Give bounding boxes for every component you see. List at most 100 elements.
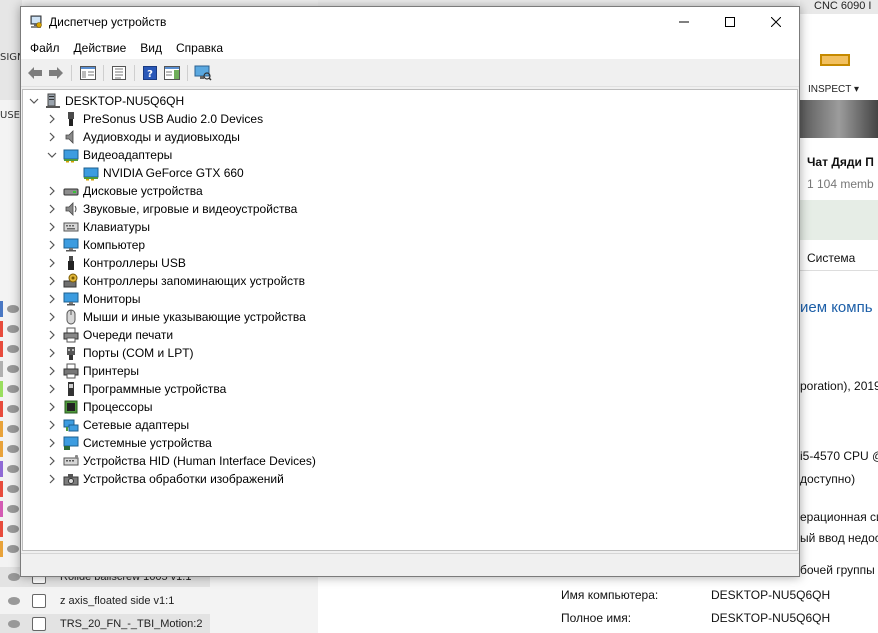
- tree-category[interactable]: Звуковые, игровые и видеоустройства: [47, 200, 297, 218]
- eye-icon[interactable]: [7, 365, 19, 373]
- expand-toggle[interactable]: [47, 236, 57, 254]
- tree-category[interactable]: Сетевые адаптеры: [47, 416, 189, 434]
- inspect-menu[interactable]: INSPECT ▾: [808, 84, 859, 95]
- minimize-button[interactable]: [661, 7, 707, 37]
- tree-category[interactable]: Системные устройства: [47, 434, 212, 452]
- ruler-icon[interactable]: [820, 54, 850, 66]
- expand-toggle[interactable]: [47, 398, 57, 416]
- layer-strip[interactable]: [0, 420, 20, 438]
- computer-root-icon: [45, 93, 61, 109]
- layer-strip[interactable]: [0, 540, 20, 558]
- expand-toggle[interactable]: [47, 452, 57, 470]
- layer-strip[interactable]: [0, 460, 20, 478]
- device-tree[interactable]: DESKTOP-NU5Q6QH PreSonus USB Audio 2.0 De…: [22, 89, 798, 551]
- info-line: ерационная си: [800, 510, 878, 524]
- close-button[interactable]: [753, 7, 799, 37]
- chat-title[interactable]: Чат Дяди П: [807, 155, 874, 169]
- tree-category[interactable]: Дисковые устройства: [47, 182, 203, 200]
- layer-strip[interactable]: [0, 340, 20, 358]
- menu-action[interactable]: Действие: [67, 41, 134, 55]
- info-link[interactable]: ием компь: [800, 299, 873, 316]
- layer-strip[interactable]: [0, 440, 20, 458]
- eye-icon[interactable]: [7, 505, 19, 513]
- menu-file[interactable]: Файл: [21, 41, 67, 55]
- tree-category[interactable]: PreSonus USB Audio 2.0 Devices: [47, 110, 263, 128]
- tree-category[interactable]: Клавиатуры: [47, 218, 150, 236]
- eye-icon[interactable]: [8, 620, 20, 628]
- eye-icon[interactable]: [7, 465, 19, 473]
- eye-icon[interactable]: [7, 345, 19, 353]
- layer-strip[interactable]: [0, 380, 20, 398]
- eye-icon[interactable]: [7, 485, 19, 493]
- expand-toggle[interactable]: [47, 470, 57, 488]
- tab-system[interactable]: Система: [807, 251, 855, 265]
- expand-toggle[interactable]: [47, 380, 57, 398]
- layer-strip[interactable]: [0, 500, 20, 518]
- expand-toggle[interactable]: [47, 416, 57, 434]
- eye-icon[interactable]: [8, 597, 20, 605]
- browser-item[interactable]: TRS_20_FN_-_TBI_Motion:2: [0, 614, 210, 633]
- device-list-button[interactable]: [109, 64, 129, 82]
- expand-toggle[interactable]: [47, 362, 57, 380]
- tree-category[interactable]: Видеоадаптеры: [47, 146, 172, 164]
- menu-view[interactable]: Вид: [133, 41, 169, 55]
- tree-category[interactable]: Программные устройства: [47, 380, 226, 398]
- expand-toggle[interactable]: [47, 308, 57, 326]
- expand-toggle[interactable]: [47, 218, 57, 236]
- tree-category[interactable]: Процессоры: [47, 398, 153, 416]
- layer-strip[interactable]: [0, 480, 20, 498]
- status-bar: [21, 553, 799, 576]
- expand-toggle[interactable]: [47, 290, 57, 308]
- expand-toggle[interactable]: [47, 200, 57, 218]
- menu-help[interactable]: Справка: [169, 41, 230, 55]
- expand-toggle[interactable]: [47, 182, 57, 200]
- collapse-toggle[interactable]: [29, 92, 39, 110]
- tree-category[interactable]: Порты (COM и LPT): [47, 344, 194, 362]
- layer-strip[interactable]: [0, 400, 20, 418]
- eye-icon[interactable]: [7, 325, 19, 333]
- scan-hardware-button[interactable]: [193, 64, 213, 82]
- expand-toggle[interactable]: [47, 344, 57, 362]
- expand-toggle[interactable]: [47, 434, 57, 452]
- layer-strip[interactable]: [0, 320, 20, 338]
- title-bar[interactable]: Диспетчер устройств: [21, 7, 799, 37]
- tree-category[interactable]: Устройства обработки изображений: [47, 470, 284, 488]
- layer-strip[interactable]: [0, 360, 20, 378]
- action-pane-button[interactable]: [162, 64, 182, 82]
- eye-icon[interactable]: [7, 305, 19, 313]
- eye-icon[interactable]: [7, 405, 19, 413]
- expand-toggle[interactable]: [47, 254, 57, 272]
- collapse-toggle[interactable]: [47, 146, 57, 164]
- browser-item[interactable]: z axis_floated side v1:1: [0, 591, 210, 611]
- tree-category[interactable]: Очереди печати: [47, 326, 173, 344]
- tree-root-computer[interactable]: DESKTOP-NU5Q6QH: [29, 92, 184, 110]
- maximize-button[interactable]: [707, 7, 753, 37]
- eye-icon[interactable]: [8, 573, 20, 581]
- chevron-right-icon: [49, 204, 55, 214]
- expand-toggle[interactable]: [47, 272, 57, 290]
- expand-toggle[interactable]: [47, 110, 57, 128]
- tree-category[interactable]: Контроллеры запоминающих устройств: [47, 272, 305, 290]
- eye-icon[interactable]: [7, 385, 19, 393]
- expand-toggle[interactable]: [47, 326, 57, 344]
- tree-device[interactable]: NVIDIA GeForce GTX 660: [83, 164, 244, 182]
- properties-pane-button[interactable]: [78, 64, 98, 82]
- expand-toggle[interactable]: [47, 128, 57, 146]
- tree-category[interactable]: Мониторы: [47, 290, 140, 308]
- tree-category[interactable]: Компьютер: [47, 236, 145, 254]
- eye-icon[interactable]: [7, 545, 19, 553]
- help-button[interactable]: ?: [140, 64, 160, 82]
- tree-category[interactable]: Устройства HID (Human Interface Devices): [47, 452, 316, 470]
- back-button[interactable]: [25, 64, 45, 82]
- tree-category[interactable]: Мыши и иные указывающие устройства: [47, 308, 306, 326]
- tree-category[interactable]: Принтеры: [47, 362, 139, 380]
- layer-strip[interactable]: [0, 520, 20, 538]
- layer-strip[interactable]: [0, 300, 20, 318]
- eye-icon[interactable]: [7, 445, 19, 453]
- eye-icon[interactable]: [7, 525, 19, 533]
- tree-category[interactable]: Контроллеры USB: [47, 254, 186, 272]
- tree-category[interactable]: Аудиовходы и аудиовыходы: [47, 128, 240, 146]
- eye-icon[interactable]: [7, 425, 19, 433]
- forward-button[interactable]: [46, 64, 66, 82]
- background-panel: [800, 200, 878, 240]
